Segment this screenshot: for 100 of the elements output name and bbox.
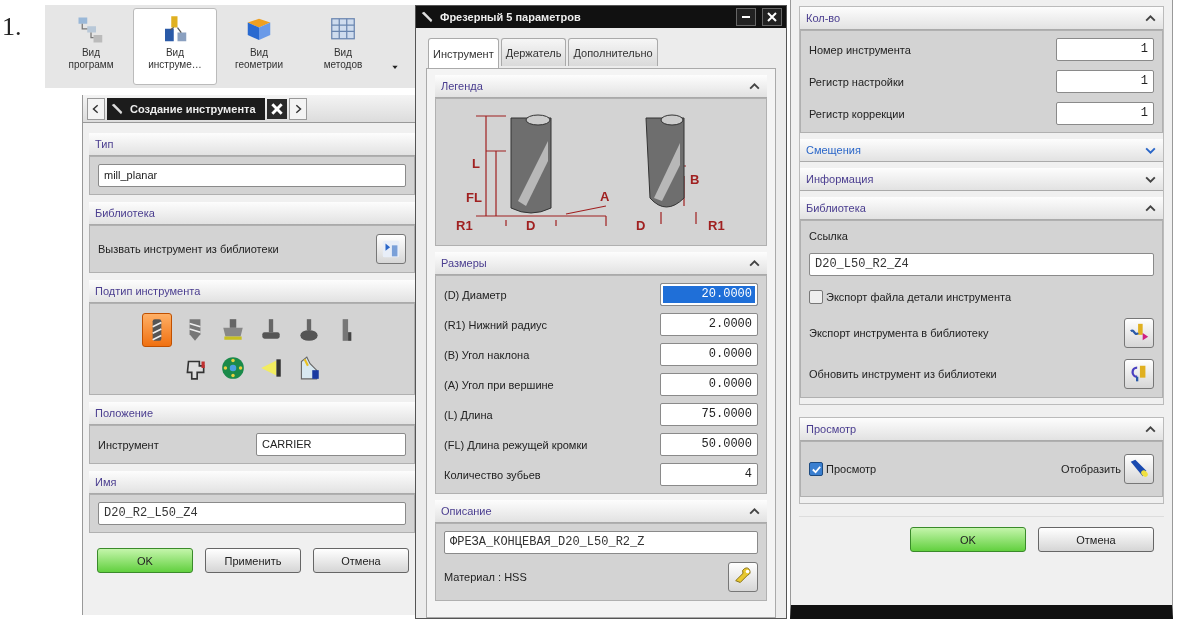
section-title: Размеры: [441, 257, 487, 269]
pencil-icon: [110, 101, 124, 116]
minimize-button[interactable]: [736, 8, 756, 26]
section-header[interactable]: Тип: [89, 133, 415, 156]
dialog-button[interactable]: Отмена: [1038, 527, 1154, 552]
close-icon: [269, 101, 284, 116]
tab[interactable]: Инструмент: [428, 38, 499, 69]
section-title: Описание: [441, 505, 492, 517]
tool-type-button[interactable]: [142, 313, 172, 347]
field-label: Регистр коррекции: [809, 107, 905, 120]
section-header[interactable]: Смещения: [800, 139, 1163, 162]
text-field[interactable]: mill_planar: [98, 164, 406, 187]
dialog-tab[interactable]: Создание инструмента: [107, 97, 265, 120]
text-field[interactable]: ФРЕЗА_КОНЦЕВАЯ_D20_L50_R2_Z: [444, 531, 758, 554]
section-title: Тип: [95, 138, 114, 150]
toolbar-button[interactable]: Вид инструме…: [133, 8, 217, 85]
library-button[interactable]: [376, 234, 406, 264]
section-title: Легенда: [441, 80, 483, 92]
dimension-label: R1: [708, 218, 725, 233]
section-title: Смещения: [806, 144, 861, 156]
number-field[interactable]: 1: [1056, 70, 1154, 93]
face-mill-icon: [220, 317, 246, 343]
number-field[interactable]: 1: [1056, 38, 1154, 61]
section-title: Имя: [95, 476, 117, 488]
number-field[interactable]: 1: [1056, 102, 1154, 125]
number-field[interactable]: 4: [660, 463, 758, 486]
field-label: Количество зубьев: [444, 468, 541, 481]
number-field[interactable]: 0.0000: [660, 373, 758, 396]
dimension-label: A: [600, 189, 610, 204]
text-field[interactable]: D20_R2_L50_Z4: [98, 502, 406, 525]
action-label: Обновить инструмент из библиотеки: [809, 368, 997, 380]
gear-wheel-icon: [220, 355, 246, 381]
ok-button[interactable]: OK: [97, 548, 193, 573]
field-label: Ссылка: [809, 230, 848, 242]
section-header[interactable]: Библиотека: [800, 197, 1163, 220]
close-button[interactable]: [762, 8, 782, 26]
section-header[interactable]: Имя: [89, 471, 415, 494]
display-button[interactable]: [1124, 454, 1154, 484]
list-number: 1.: [1, 11, 23, 42]
toolbar-button[interactable]: Вид методов: [301, 8, 385, 85]
field-label: (B) Угол наклона: [444, 348, 530, 361]
close-button[interactable]: [266, 98, 287, 119]
dimension-label: D: [636, 218, 646, 233]
field-label: (A) Угол при вершине: [444, 378, 554, 391]
checkbox[interactable]: [809, 462, 823, 476]
dialog-button[interactable]: Отмена: [313, 548, 409, 573]
section-header[interactable]: Описание: [435, 500, 767, 523]
section-header[interactable]: Размеры: [435, 252, 767, 275]
action-label: Отобразить: [1061, 463, 1121, 475]
section-title: Информация: [806, 173, 874, 185]
dimension-label: L: [472, 156, 480, 171]
dialog-title: Создание инструмента: [129, 102, 257, 115]
section-title: Просмотр: [806, 423, 857, 435]
section-title: Библиотека: [95, 207, 155, 219]
tool-library-icon: [380, 238, 402, 260]
section-title: Положение: [95, 407, 154, 419]
number-field[interactable]: 50.0000: [660, 433, 758, 456]
section-header[interactable]: Подтип инструмента: [89, 280, 415, 303]
number-field[interactable]: 20.0000: [660, 283, 758, 306]
field-label: Регистр настройки: [809, 75, 904, 88]
checkbox-label: Экспорт файла детали инструмента: [826, 290, 1012, 303]
action-label: Экспорт инструмента в библиотеку: [809, 327, 989, 339]
export-button[interactable]: [1124, 318, 1154, 348]
number-field[interactable]: 75.0000: [660, 403, 758, 426]
window-title: Фрезерный 5 параметров: [440, 11, 581, 23]
section-header[interactable]: Просмотр: [800, 418, 1163, 441]
dimension-label: D: [526, 218, 536, 233]
flashlight-icon: [1128, 458, 1150, 480]
number-field[interactable]: 2.0000: [660, 313, 758, 336]
dimension-label: FL: [466, 190, 482, 205]
text-field[interactable]: D20_L50_R2_Z4: [809, 253, 1154, 276]
field-label: (L) Длина: [444, 408, 493, 421]
section-title: Библиотека: [806, 202, 866, 214]
next-tab-button[interactable]: [288, 97, 307, 120]
toolbar-button[interactable]: Вид программ: [49, 8, 133, 85]
chevron-left-icon: [91, 102, 101, 115]
section-header[interactable]: Положение: [89, 402, 415, 425]
section-title: Кол-во: [806, 12, 841, 24]
update-button[interactable]: [1124, 359, 1154, 389]
section-header[interactable]: Легенда: [435, 75, 767, 98]
field-label: (FL) Длина режущей кромки: [444, 438, 588, 451]
previous-tab-button[interactable]: [87, 97, 105, 120]
field-label: (R1) Нижний радиус: [444, 318, 547, 331]
tab[interactable]: Держатель: [500, 38, 567, 66]
pencil-icon: [420, 10, 434, 24]
checkbox[interactable]: [809, 289, 823, 304]
close-icon: [766, 11, 778, 23]
dimension-label: B: [690, 172, 700, 187]
ok-button[interactable]: OK: [910, 527, 1026, 552]
tab[interactable]: Дополнительно: [568, 38, 658, 66]
section-title: Подтип инструмента: [95, 285, 201, 297]
dialog-button[interactable]: Применить: [205, 548, 301, 573]
material-button[interactable]: [728, 562, 758, 592]
toolbar-button[interactable]: Вид геометрии: [217, 8, 301, 85]
section-header[interactable]: Библиотека: [89, 202, 415, 225]
text-field[interactable]: CARRIER: [256, 433, 406, 456]
number-field[interactable]: 0.0000: [660, 343, 758, 366]
section-header[interactable]: Кол-во: [800, 7, 1163, 30]
section-header[interactable]: Информация: [800, 168, 1163, 191]
field-label: Инструмент: [98, 438, 160, 451]
